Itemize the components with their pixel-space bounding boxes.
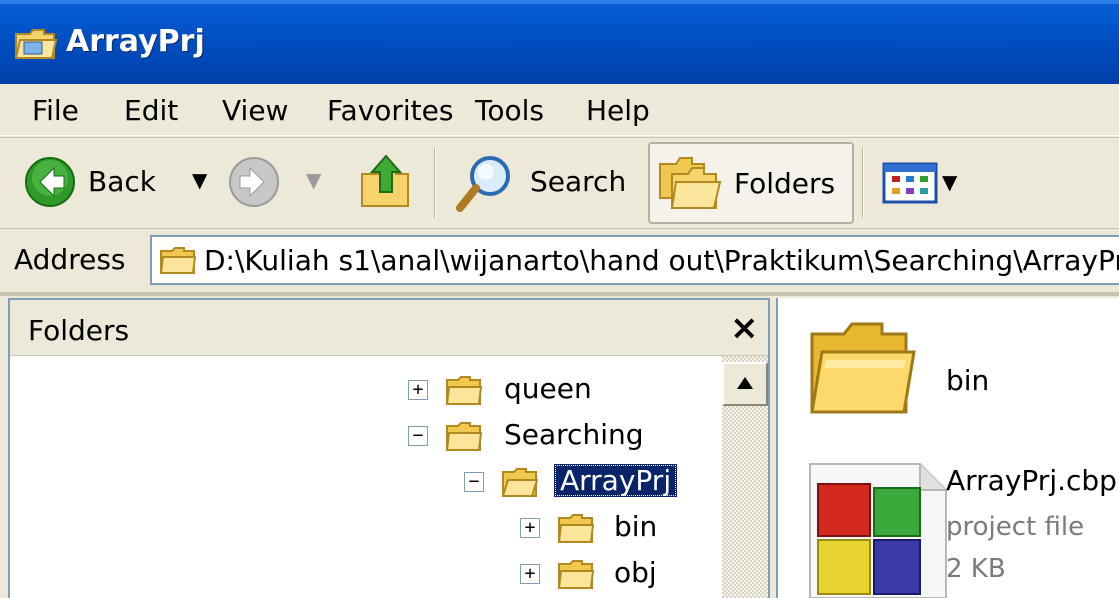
up-folder-icon bbox=[361, 154, 409, 207]
tree-item-label: obj bbox=[614, 556, 657, 589]
folder-icon bbox=[446, 422, 482, 451]
tree-item-label: bin bbox=[614, 510, 658, 543]
tree-item-arrayprj[interactable]: − ArrayPrj bbox=[10, 462, 710, 506]
search-button[interactable]: Search bbox=[446, 138, 642, 226]
search-label: Search bbox=[530, 165, 627, 198]
folders-button[interactable]: Folders bbox=[648, 142, 854, 224]
file-name: bin bbox=[946, 364, 990, 397]
expand-icon[interactable]: + bbox=[520, 564, 540, 584]
address-path: D:\Kuliah s1\anal\wijanarto\hand out\Pra… bbox=[204, 244, 1119, 277]
back-button[interactable]: Back ▼ bbox=[14, 138, 214, 226]
views-icon bbox=[882, 162, 938, 204]
folder-icon bbox=[558, 560, 594, 589]
forward-button[interactable]: ▼ bbox=[222, 138, 338, 226]
collapse-icon[interactable]: − bbox=[464, 472, 484, 492]
address-bar: Address D:\Kuliah s1\anal\wijanarto\hand… bbox=[0, 228, 1119, 290]
menu-tools[interactable]: Tools bbox=[475, 94, 544, 127]
back-label: Back bbox=[88, 165, 156, 198]
folder-icon bbox=[558, 514, 594, 543]
folder-icon bbox=[446, 376, 482, 405]
menu-bar: File Edit View Favorites Tools Help bbox=[0, 84, 1119, 136]
menu-help[interactable]: Help bbox=[586, 94, 650, 127]
menu-favorites[interactable]: Favorites bbox=[327, 94, 453, 127]
menu-edit[interactable]: Edit bbox=[124, 94, 178, 127]
menu-file[interactable]: File bbox=[32, 94, 79, 127]
forward-arrow-icon bbox=[229, 157, 279, 207]
vertical-scrollbar[interactable] bbox=[722, 356, 768, 598]
toolbar-separator bbox=[434, 148, 436, 218]
address-field[interactable]: D:\Kuliah s1\anal\wijanarto\hand out\Pra… bbox=[150, 235, 1119, 285]
tree-item-label: ArrayPrj bbox=[554, 464, 678, 497]
close-icon[interactable]: × bbox=[730, 308, 759, 348]
folders-label: Folders bbox=[734, 167, 836, 200]
tree-item-obj[interactable]: + obj bbox=[10, 554, 710, 598]
search-icon bbox=[456, 156, 510, 212]
tree-item-label: Searching bbox=[504, 418, 644, 451]
file-name: ArrayPrj.cbp bbox=[946, 464, 1117, 497]
pane-divider bbox=[0, 292, 1119, 296]
scroll-up-button[interactable] bbox=[722, 362, 768, 406]
tree-item-label: queen bbox=[504, 372, 592, 405]
address-label: Address bbox=[14, 243, 126, 276]
folders-pane-title: Folders bbox=[28, 314, 130, 347]
file-list-pane: bin ArrayPrj.cbp project file 2 KB bbox=[776, 298, 1119, 598]
collapse-icon[interactable]: − bbox=[408, 426, 428, 446]
open-folder-icon bbox=[502, 468, 538, 497]
title-bar[interactable]: ArrayPrj bbox=[0, 0, 1119, 84]
window-title: ArrayPrj bbox=[66, 24, 205, 59]
back-arrow-icon bbox=[25, 157, 75, 207]
views-dropdown-icon[interactable]: ▼ bbox=[942, 170, 957, 194]
toolbar: Back ▼ ▼ Search Folders ▼ bbox=[0, 137, 1119, 227]
folders-pane: Folders × + queen − Searching − ArrayPrj… bbox=[8, 298, 770, 598]
folders-pane-header: Folders × bbox=[10, 300, 768, 356]
folders-icon bbox=[659, 157, 722, 209]
file-type: project file bbox=[946, 512, 1085, 542]
expand-icon[interactable]: + bbox=[408, 380, 428, 400]
folder-icon bbox=[810, 322, 916, 414]
back-dropdown-icon[interactable]: ▼ bbox=[192, 168, 207, 192]
tree-item-searching[interactable]: − Searching bbox=[10, 416, 710, 460]
folder-icon bbox=[160, 247, 196, 274]
tree-item-bin[interactable]: + bin bbox=[10, 508, 710, 552]
menu-view[interactable]: View bbox=[222, 94, 288, 127]
codeblocks-project-icon bbox=[809, 463, 947, 598]
forward-dropdown-icon[interactable]: ▼ bbox=[306, 168, 321, 192]
folder-icon bbox=[14, 29, 58, 59]
scroll-up-arrow-icon bbox=[737, 377, 753, 389]
toolbar-separator bbox=[862, 148, 864, 218]
file-size: 2 KB bbox=[946, 554, 1006, 584]
views-button[interactable]: ▼ bbox=[878, 138, 978, 226]
up-button[interactable] bbox=[350, 138, 420, 226]
expand-icon[interactable]: + bbox=[520, 518, 540, 538]
tree-item-queen[interactable]: + queen bbox=[10, 370, 710, 414]
